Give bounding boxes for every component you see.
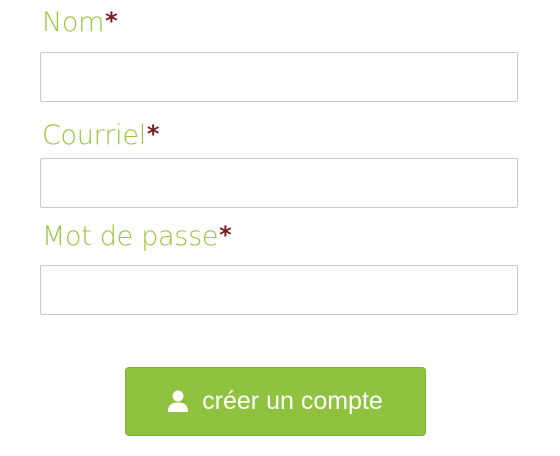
required-marker: * <box>219 221 232 249</box>
password-label-text: Mot de passe <box>42 221 219 252</box>
password-input[interactable] <box>40 265 518 315</box>
name-input[interactable] <box>40 52 518 102</box>
email-label-text: Courriel <box>42 120 146 151</box>
create-account-label: créer un compte <box>202 387 383 415</box>
email-label: Courriel* <box>42 120 160 151</box>
email-input[interactable] <box>40 158 518 208</box>
user-icon <box>168 390 189 412</box>
password-label: Mot de passe* <box>42 221 232 252</box>
required-marker: * <box>105 7 118 35</box>
create-account-button[interactable]: créer un compte <box>125 367 426 436</box>
required-marker: * <box>146 120 160 148</box>
name-label-text: Nom <box>42 7 105 38</box>
name-label: Nom* <box>42 7 118 38</box>
